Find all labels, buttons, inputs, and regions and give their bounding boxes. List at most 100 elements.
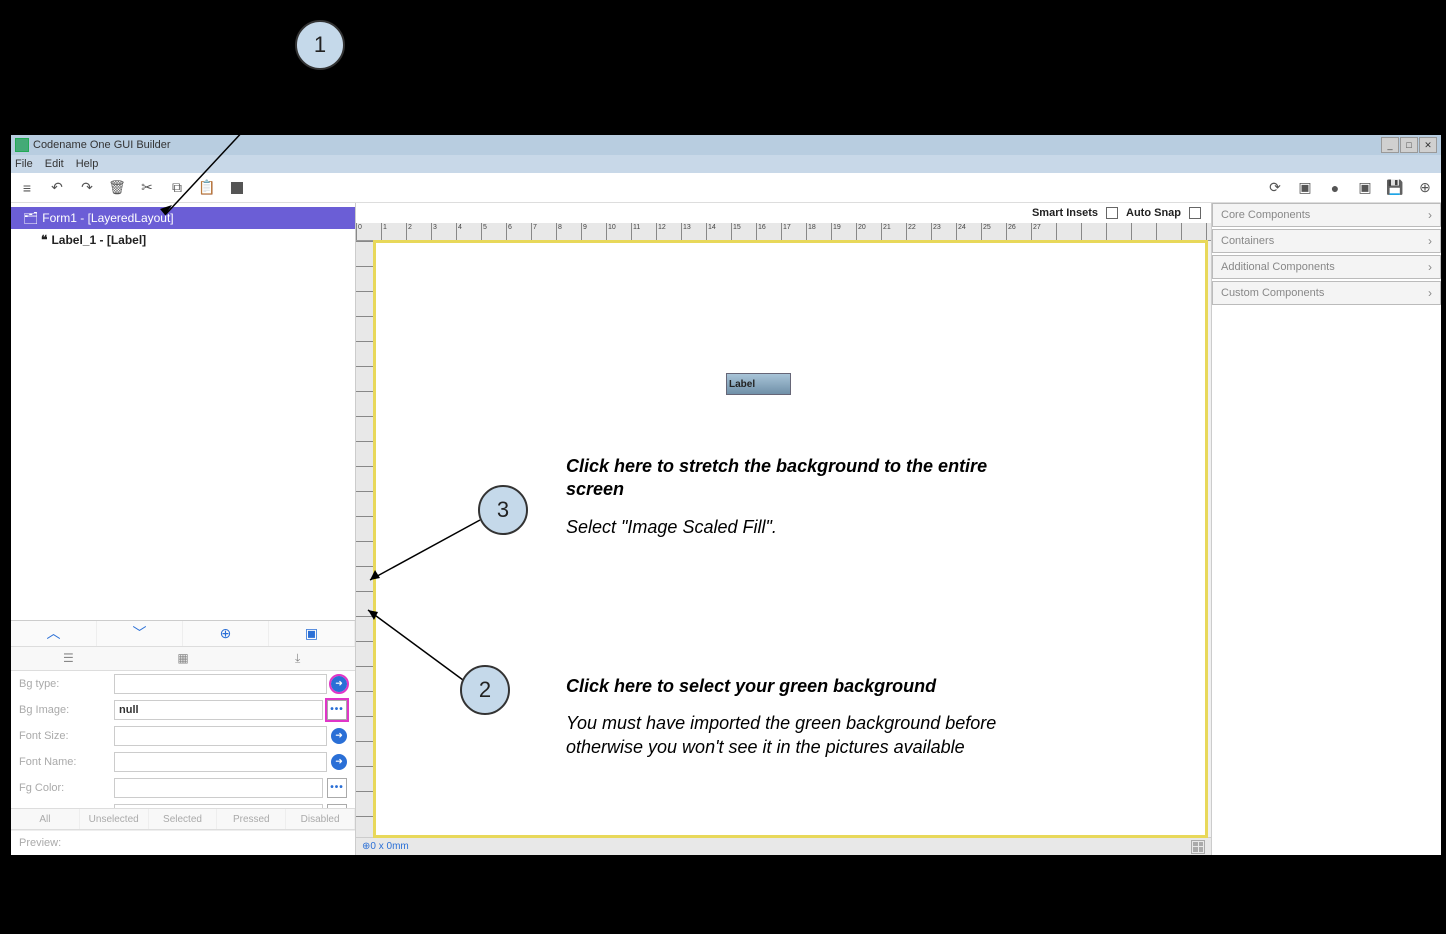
download-icon[interactable]: ⤓ xyxy=(240,647,355,670)
smart-insets-label: Smart Insets xyxy=(1032,207,1098,219)
prop-row-bg-color: Bg Color: ••• xyxy=(11,801,355,809)
undo-icon[interactable]: ↶ xyxy=(49,180,65,196)
smart-insets-checkbox[interactable] xyxy=(1106,207,1118,219)
canvas-status-text: 0 x 0mm xyxy=(370,841,408,852)
left-panel: 🗂 Form1 - [LayeredLayout] ❝ Label_1 - [L… xyxy=(11,203,356,855)
chevron-right-icon: › xyxy=(1428,234,1432,248)
accordion-custom-label: Custom Components xyxy=(1221,287,1324,299)
arrow-3 xyxy=(360,510,490,590)
badge-2-number: 2 xyxy=(479,677,491,703)
expand-down-icon[interactable]: ﹀ xyxy=(97,621,183,646)
state-tab-all[interactable]: All xyxy=(11,809,80,829)
auto-snap-checkbox[interactable] xyxy=(1189,207,1201,219)
window-controls: _ □ ✕ xyxy=(1381,137,1437,153)
bg-image-button[interactable]: ••• xyxy=(327,700,347,720)
label-component[interactable]: Label xyxy=(726,373,791,395)
font-name-input[interactable] xyxy=(114,752,327,772)
menu-edit[interactable]: Edit xyxy=(45,158,64,170)
chevron-right-icon: › xyxy=(1428,286,1432,300)
fg-color-input[interactable] xyxy=(114,778,323,798)
bg-type-label: Bg type: xyxy=(19,678,114,690)
chevron-right-icon: › xyxy=(1428,260,1432,274)
accordion-containers[interactable]: Containers › xyxy=(1212,229,1441,253)
annotation-badge-3: 3 xyxy=(478,485,528,535)
accordion-additional-components[interactable]: Additional Components › xyxy=(1212,255,1441,279)
font-name-button[interactable]: ➜ xyxy=(331,754,347,770)
grid-view-icon[interactable]: ▦ xyxy=(126,647,241,670)
label-text: Label xyxy=(729,379,755,390)
maximize-button[interactable]: □ xyxy=(1400,137,1418,153)
prop-row-fg-color: Fg Color: ••• xyxy=(11,775,355,801)
canvas-header: Smart Insets Auto Snap xyxy=(356,203,1211,223)
circle-icon[interactable]: ● xyxy=(1327,180,1343,196)
accordion-custom-components[interactable]: Custom Components › xyxy=(1212,281,1441,305)
tree-node-label1-label: Label_1 - [Label] xyxy=(51,233,146,247)
prop-view-tabs: ☰ ▦ ⤓ xyxy=(11,647,355,671)
prop-row-bg-type: Bg type: ➜ xyxy=(11,671,355,697)
list-view-icon[interactable]: ☰ xyxy=(11,647,126,670)
save-icon[interactable]: 💾 xyxy=(1387,180,1403,196)
menu-file[interactable]: File xyxy=(15,158,33,170)
menu-help[interactable]: Help xyxy=(76,158,99,170)
image2-icon[interactable]: ▣ xyxy=(1357,180,1373,196)
quote-icon: ❝ xyxy=(41,233,47,247)
preview-icon[interactable]: ▣ xyxy=(269,621,355,646)
state-tab-selected[interactable]: Selected xyxy=(149,809,218,829)
bg-image-input[interactable] xyxy=(114,700,323,720)
annotation-badge-2: 2 xyxy=(460,665,510,715)
state-tab-pressed[interactable]: Pressed xyxy=(217,809,286,829)
state-tab-disabled[interactable]: Disabled xyxy=(286,809,355,829)
right-panel: Core Components › Containers › Additiona… xyxy=(1211,203,1441,855)
canvas-status-bar: ⊕ 0 x 0mm xyxy=(356,837,1211,855)
annotation-2-italic: You must have imported the green backgro… xyxy=(566,712,1046,759)
font-size-input[interactable] xyxy=(114,726,327,746)
annotation-3-text: Click here to stretch the background to … xyxy=(566,455,1046,539)
folder-icon: 🗂 xyxy=(23,211,38,225)
collapse-up-icon[interactable]: ︿ xyxy=(11,621,97,646)
add-icon[interactable]: ⊕ xyxy=(183,621,269,646)
tree-node-label1[interactable]: ❝ Label_1 - [Label] xyxy=(11,229,355,251)
hamburger-icon[interactable]: ≡ xyxy=(19,180,35,196)
annotation-3-italic: Select "Image Scaled Fill". xyxy=(566,516,1046,539)
minimize-button[interactable]: _ xyxy=(1381,137,1399,153)
annotation-2-text: Click here to select your green backgrou… xyxy=(566,675,1046,759)
bg-type-input[interactable] xyxy=(114,674,327,694)
chevron-right-icon: › xyxy=(1428,208,1432,222)
auto-snap-label: Auto Snap xyxy=(1126,207,1181,219)
component-tree: 🗂 Form1 - [LayeredLayout] ❝ Label_1 - [L… xyxy=(11,203,355,621)
state-tab-unselected[interactable]: Unselected xyxy=(80,809,149,829)
horizontal-ruler: 0123456789101112131415161718192021222324… xyxy=(356,223,1211,241)
redo-icon[interactable]: ↷ xyxy=(79,180,95,196)
accordion-containers-label: Containers xyxy=(1221,235,1274,247)
plus-circle-icon[interactable]: ⊕ xyxy=(1417,180,1433,196)
annotation-3-bold: Click here to stretch the background to … xyxy=(566,455,1046,502)
fg-color-button[interactable]: ••• xyxy=(327,778,347,798)
annotation-badge-1: 1 xyxy=(295,20,345,70)
properties-list: Bg type: ➜ Bg Image: ••• Font Size: ➜ Fo… xyxy=(11,671,355,809)
accordion-core-label: Core Components xyxy=(1221,209,1310,221)
prop-row-bg-image: Bg Image: ••• xyxy=(11,697,355,723)
accordion-additional-label: Additional Components xyxy=(1221,261,1335,273)
app-icon xyxy=(15,138,29,152)
delete-icon[interactable]: 🗑 xyxy=(109,180,125,196)
preview-label: Preview: xyxy=(11,830,355,855)
prop-controls: ︿ ﹀ ⊕ ▣ xyxy=(11,621,355,647)
accordion-core-components[interactable]: Core Components › xyxy=(1212,203,1441,227)
font-size-button[interactable]: ➜ xyxy=(331,728,347,744)
font-name-label: Font Name: xyxy=(19,756,114,768)
fg-color-label: Fg Color: xyxy=(19,782,114,794)
annotation-2-bold: Click here to select your green backgrou… xyxy=(566,675,1046,698)
prop-row-font-size: Font Size: ➜ xyxy=(11,723,355,749)
toolbar-right: ⟳ ▣ ● ▣ 💾 ⊕ xyxy=(1267,180,1433,196)
prop-row-font-name: Font Name: ➜ xyxy=(11,749,355,775)
close-button[interactable]: ✕ xyxy=(1419,137,1437,153)
grid-toggle-icon[interactable] xyxy=(1191,840,1205,854)
badge-1-number: 1 xyxy=(314,32,326,58)
badge-3-number: 3 xyxy=(497,497,509,523)
bg-type-button[interactable]: ➜ xyxy=(331,676,347,692)
font-size-label: Font Size: xyxy=(19,730,114,742)
bg-image-label: Bg Image: xyxy=(19,704,114,716)
image-icon[interactable]: ▣ xyxy=(1297,180,1313,196)
refresh-icon[interactable]: ⟳ xyxy=(1267,180,1283,196)
state-tabs: All Unselected Selected Pressed Disabled xyxy=(11,808,355,830)
